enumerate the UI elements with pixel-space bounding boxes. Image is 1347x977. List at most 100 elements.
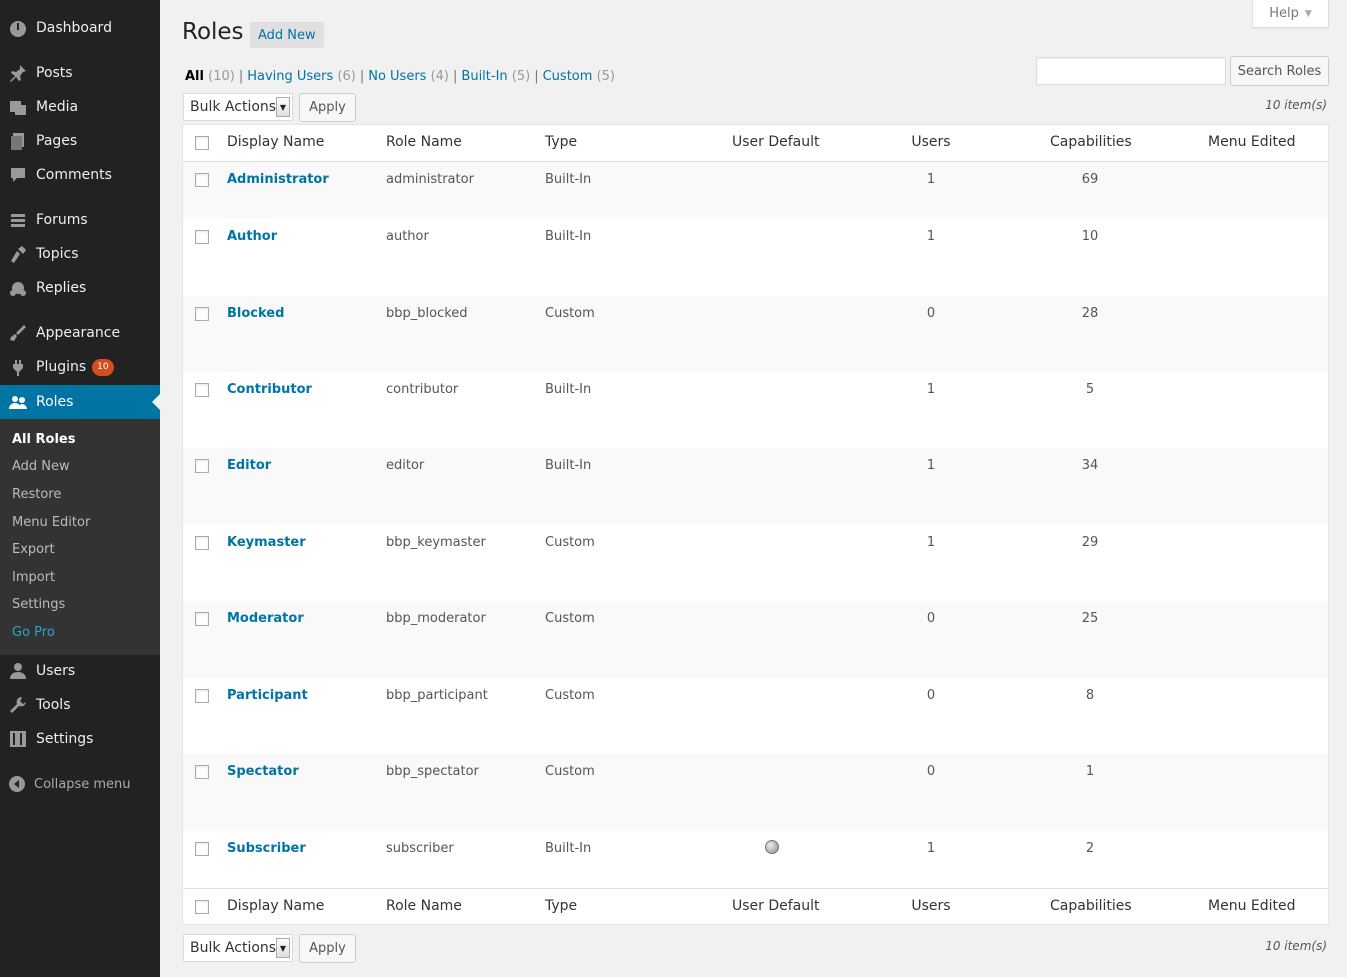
- bulk-actions-select-bottom[interactable]: Bulk Actions ▼: [183, 934, 293, 962]
- bulk-actions-select-top[interactable]: Bulk Actions ▼: [183, 93, 293, 121]
- filter-link-custom[interactable]: Custom: [543, 69, 593, 84]
- column-header-users[interactable]: Users: [891, 898, 971, 914]
- sidebar-item-settings[interactable]: Settings: [0, 722, 160, 756]
- role-display-name[interactable]: Keymaster: [227, 535, 306, 550]
- capabilities-count: 28: [1081, 306, 1099, 321]
- filter-count: (4): [430, 69, 450, 84]
- submenu-item-import[interactable]: Import: [12, 570, 55, 585]
- sidebar-item-plugins[interactable]: Plugins 10: [0, 350, 160, 384]
- submenu-item-menu-editor[interactable]: Menu Editor: [12, 515, 90, 530]
- capabilities-count: 8: [1085, 688, 1095, 703]
- filter-link-all[interactable]: All: [185, 69, 204, 84]
- role-display-name[interactable]: Participant: [227, 688, 308, 703]
- role-slug: editor: [386, 458, 425, 473]
- table-row: Spectator bbp_spectator Custom 0 1: [183, 754, 1328, 831]
- column-header-capabilities[interactable]: Capabilities: [1050, 134, 1132, 150]
- plugin-icon: [0, 358, 36, 376]
- column-header-role-name[interactable]: Role Name: [386, 134, 462, 150]
- role-display-name[interactable]: Editor: [227, 458, 271, 473]
- role-type: Built-In: [545, 841, 592, 856]
- submenu-item-add-new[interactable]: Add New: [12, 459, 70, 474]
- role-display-name[interactable]: Author: [227, 229, 277, 244]
- capabilities-count: 25: [1081, 611, 1099, 626]
- sidebar-item-replies[interactable]: Replies: [0, 271, 160, 305]
- dropdown-arrow-icon: ▼: [276, 938, 290, 958]
- sidebar-item-posts[interactable]: Posts: [0, 56, 160, 90]
- collapse-menu-button[interactable]: Collapse menu: [0, 772, 160, 796]
- row-checkbox[interactable]: [195, 536, 209, 550]
- users-count: 0: [926, 306, 936, 321]
- column-header-menu-edited[interactable]: Menu Edited: [1208, 898, 1296, 914]
- column-header-role-name[interactable]: Role Name: [386, 898, 462, 914]
- sidebar-item-pages[interactable]: Pages: [0, 124, 160, 158]
- items-count-bottom: 10 item(s): [1265, 939, 1327, 953]
- apply-button-top[interactable]: Apply: [299, 93, 356, 122]
- sidebar-item-label: Media: [36, 99, 79, 115]
- submenu-item-all-roles[interactable]: All Roles: [12, 432, 75, 447]
- row-checkbox[interactable]: [195, 459, 209, 473]
- filter-count: (5): [596, 69, 615, 84]
- column-header-user-default[interactable]: User Default: [732, 898, 820, 914]
- sidebar-item-roles[interactable]: Roles: [0, 385, 160, 419]
- role-slug: bbp_blocked: [386, 306, 468, 321]
- column-header-capabilities[interactable]: Capabilities: [1050, 898, 1132, 914]
- filter-count: (5): [511, 69, 531, 84]
- sidebar-item-forums[interactable]: Forums: [0, 203, 160, 237]
- sidebar-item-topics[interactable]: Topics: [0, 237, 160, 271]
- filter-link-having-users[interactable]: Having Users: [247, 69, 333, 84]
- row-checkbox[interactable]: [195, 842, 209, 856]
- submenu-item-settings[interactable]: Settings: [12, 597, 65, 612]
- table-row: Contributor contributor Built-In 1 5: [183, 372, 1328, 448]
- sidebar-item-tools[interactable]: Tools: [0, 688, 160, 722]
- submenu-item-go-pro[interactable]: Go Pro: [12, 625, 55, 640]
- brush-icon: [0, 324, 36, 342]
- search-input[interactable]: [1036, 57, 1226, 85]
- sidebar-item-dashboard[interactable]: Dashboard: [0, 11, 160, 45]
- role-display-name[interactable]: Spectator: [227, 764, 299, 779]
- role-display-name[interactable]: Subscriber: [227, 841, 306, 856]
- row-checkbox[interactable]: [195, 230, 209, 244]
- select-all-checkbox[interactable]: [195, 900, 209, 914]
- role-display-name[interactable]: Moderator: [227, 611, 304, 626]
- search-roles-button[interactable]: Search Roles: [1230, 56, 1329, 86]
- row-checkbox[interactable]: [195, 612, 209, 626]
- apply-button-bottom[interactable]: Apply: [299, 934, 356, 963]
- help-tab-button[interactable]: Help ▼: [1252, 0, 1329, 28]
- sidebar-item-appearance[interactable]: Appearance: [0, 316, 160, 350]
- column-header-user-default[interactable]: User Default: [732, 134, 820, 150]
- role-slug: contributor: [386, 382, 459, 397]
- dashboard-icon: [0, 19, 36, 37]
- row-checkbox[interactable]: [195, 307, 209, 321]
- role-type: Custom: [545, 306, 595, 321]
- row-checkbox[interactable]: [195, 383, 209, 397]
- submenu-item-export[interactable]: Export: [12, 542, 55, 557]
- sidebar-item-users[interactable]: Users: [0, 654, 160, 688]
- submenu-item-restore[interactable]: Restore: [12, 487, 61, 502]
- sidebar-item-media[interactable]: Media: [0, 90, 160, 124]
- column-header-type[interactable]: Type: [545, 134, 577, 150]
- role-display-name[interactable]: Blocked: [227, 306, 284, 321]
- bulk-actions-label: Bulk Actions: [190, 940, 277, 956]
- row-checkbox[interactable]: [195, 173, 209, 187]
- row-checkbox[interactable]: [195, 689, 209, 703]
- sidebar-item-comments[interactable]: Comments: [0, 158, 160, 192]
- row-checkbox[interactable]: [195, 765, 209, 779]
- capabilities-count: 5: [1085, 382, 1095, 397]
- role-display-name[interactable]: Administrator: [227, 172, 329, 187]
- roles-submenu: [0, 419, 160, 655]
- select-all-checkbox[interactable]: [195, 136, 209, 150]
- filter-link-built-in[interactable]: Built-In: [461, 69, 507, 84]
- filter-count: (10): [208, 69, 235, 84]
- column-header-display-name[interactable]: Display Name: [227, 134, 324, 150]
- column-header-display-name[interactable]: Display Name: [227, 898, 324, 914]
- add-new-button[interactable]: Add New: [250, 22, 324, 48]
- column-header-menu-edited[interactable]: Menu Edited: [1208, 134, 1296, 150]
- column-header-users[interactable]: Users: [891, 134, 971, 150]
- table-row: Author author Built-In 1 10: [183, 219, 1328, 296]
- settings-icon: [0, 730, 36, 748]
- sidebar-item-label: Plugins: [36, 359, 87, 375]
- sidebar-item-label: Roles: [36, 394, 74, 410]
- filter-link-no-users[interactable]: No Users: [368, 69, 426, 84]
- role-display-name[interactable]: Contributor: [227, 382, 312, 397]
- column-header-type[interactable]: Type: [545, 898, 577, 914]
